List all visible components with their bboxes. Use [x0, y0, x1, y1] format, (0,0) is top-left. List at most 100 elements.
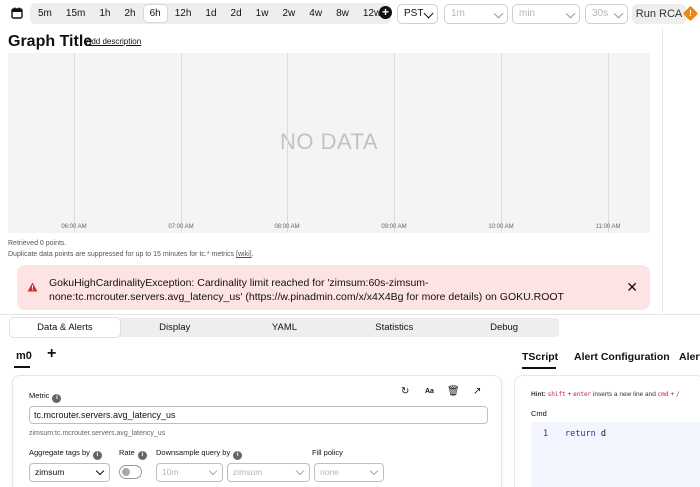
time-tick-label: 06:00 AM	[61, 224, 87, 230]
refresh-icon[interactable]: ↻	[401, 386, 409, 397]
chevron-down-icon	[369, 466, 379, 476]
metric-label: Metric i	[29, 391, 62, 403]
retrieved-points-text: Retrieved 0 points.	[8, 240, 67, 247]
range-1h[interactable]: 1h	[93, 5, 116, 22]
horizontal-divider	[0, 314, 700, 315]
time-range-selector: 5m 15m 1h 2h 6h 12h 1d 2d 1w 2w 4w 8w 12w	[30, 3, 392, 24]
hint-key-enter: enter	[573, 391, 592, 398]
range-15m[interactable]: 15m	[60, 5, 91, 22]
error-message: GokuHighCardinalityException: Cardinalit…	[49, 277, 564, 303]
downsample-function-value: zimsum	[233, 467, 263, 477]
code-argument: d	[600, 429, 606, 439]
query-card: Metric i ↻ Aa 🗑 ↗ tc.mcrouter.servers.avg…	[12, 375, 502, 487]
chevron-down-icon	[493, 8, 504, 19]
range-2d[interactable]: 2d	[225, 5, 248, 22]
open-external-icon[interactable]: ↗	[473, 386, 481, 397]
hint-body: inserts a new line and	[592, 391, 656, 398]
range-6h[interactable]: 6h	[143, 5, 167, 22]
no-data-label: NO DATA	[279, 129, 379, 154]
duplicate-notice: Duplicate data points are suppressed for…	[8, 251, 254, 258]
error-banner: GokuHighCardinalityException: Cardinalit…	[17, 265, 650, 310]
interval-select[interactable]: 1m	[444, 4, 508, 24]
tab-display[interactable]: Display	[120, 318, 230, 337]
tscript-panel: Hint: shift + enter inserts a new line a…	[514, 375, 700, 487]
active-tab-indicator	[522, 367, 556, 369]
chevron-down-icon	[565, 8, 576, 19]
tab-tscript[interactable]: TScript	[522, 351, 558, 363]
delete-icon[interactable]: 🗑	[447, 386, 460, 397]
range-8w[interactable]: 8w	[330, 5, 355, 22]
aggregate-value: zimsum	[35, 467, 65, 477]
time-tick-label: 10:00 AM	[488, 224, 514, 230]
wiki-link[interactable]: [wiki]	[236, 251, 252, 258]
downsample-label: Downsample query by i	[156, 448, 243, 460]
tab-alert-configuration[interactable]: Alert Configuration	[574, 351, 670, 363]
rate-label: Rate i	[119, 448, 147, 460]
add-query-button[interactable]: +	[47, 345, 56, 363]
duplicate-notice-period: .	[251, 251, 254, 258]
warning-triangle-icon	[27, 282, 38, 292]
tab-statistics[interactable]: Statistics	[339, 318, 449, 337]
tab-alert[interactable]: Alert	[679, 351, 700, 363]
graph-title[interactable]: Graph Title	[8, 33, 92, 51]
rate-toggle[interactable]	[119, 465, 142, 479]
time-tick-label: 07:00 AM	[168, 224, 194, 230]
aggregate-label-text: Aggregate tags by	[29, 448, 90, 457]
info-icon[interactable]: i	[137, 451, 147, 460]
line-number: 1	[543, 429, 549, 439]
gridline	[74, 53, 75, 233]
interval-placeholder: 1m	[451, 8, 465, 19]
warning-icon[interactable]: !	[682, 5, 699, 22]
range-2h[interactable]: 2h	[118, 5, 141, 22]
chevron-down-icon	[423, 8, 434, 19]
chevron-down-icon	[295, 466, 305, 476]
range-12h[interactable]: 12h	[169, 5, 198, 22]
range-1d[interactable]: 1d	[199, 5, 222, 22]
aggregate-select[interactable]: zimsum	[29, 463, 110, 482]
downsample-select[interactable]: min	[512, 4, 580, 24]
info-icon[interactable]: i	[52, 394, 62, 403]
chevron-down-icon	[95, 466, 105, 476]
run-rca-button[interactable]: Run RCA	[632, 4, 686, 24]
downsample-interval-value: 10m	[162, 467, 179, 477]
graph-plot-area: NO DATA 06:00 AM 07:00 AM 08:00 AM 09:00 AM…	[8, 53, 650, 233]
tab-yaml[interactable]: YAML	[230, 318, 340, 337]
query-tab-m0[interactable]: m0	[16, 350, 32, 362]
range-4w[interactable]: 4w	[303, 5, 328, 22]
calendar-icon[interactable]	[11, 7, 23, 19]
font-icon[interactable]: Aa	[425, 388, 434, 395]
info-icon[interactable]: i	[233, 451, 243, 460]
code-keyword: return	[565, 429, 596, 439]
add-time-range-icon[interactable]: +	[379, 6, 392, 19]
gridline	[608, 53, 609, 233]
tab-data-alerts[interactable]: Data & Alerts	[10, 318, 120, 337]
range-1w[interactable]: 1w	[250, 5, 275, 22]
close-icon[interactable]: ✕	[626, 280, 638, 294]
hint-text: Hint: shift + enter inserts a new line a…	[531, 391, 680, 398]
metric-resolved-text: zimsum:tc.mcrouter.servers.avg_latency_u…	[29, 430, 166, 437]
timezone-select[interactable]: PST	[397, 4, 438, 24]
active-query-indicator	[14, 366, 30, 368]
downsample-label-text: Downsample query by	[156, 448, 231, 457]
refresh-select[interactable]: 30s	[585, 4, 628, 24]
time-tick-label: 11:00 AM	[595, 224, 621, 230]
downsample-placeholder: min	[519, 8, 536, 19]
timezone-value: PST	[404, 8, 424, 19]
gridline	[394, 53, 395, 233]
code-line: return d	[565, 429, 606, 439]
add-description-link[interactable]: Add description	[86, 37, 141, 46]
hint-plus: +	[670, 391, 675, 398]
fill-policy-select[interactable]: none	[314, 463, 384, 482]
info-icon[interactable]: i	[92, 451, 102, 460]
hint-key-slash: /	[675, 391, 680, 398]
code-editor[interactable]: 1 return d	[531, 422, 700, 487]
tab-debug[interactable]: Debug	[449, 318, 559, 337]
rate-label-text: Rate	[119, 448, 135, 457]
range-5m[interactable]: 5m	[32, 5, 58, 22]
fill-policy-label: Fill policy	[312, 448, 343, 457]
downsample-interval-select[interactable]: 10m	[156, 463, 223, 482]
metric-input[interactable]: tc.mcrouter.servers.avg_latency_us	[29, 406, 488, 424]
downsample-function-select[interactable]: zimsum	[227, 463, 310, 482]
gridline	[181, 53, 182, 233]
range-2w[interactable]: 2w	[276, 5, 301, 22]
